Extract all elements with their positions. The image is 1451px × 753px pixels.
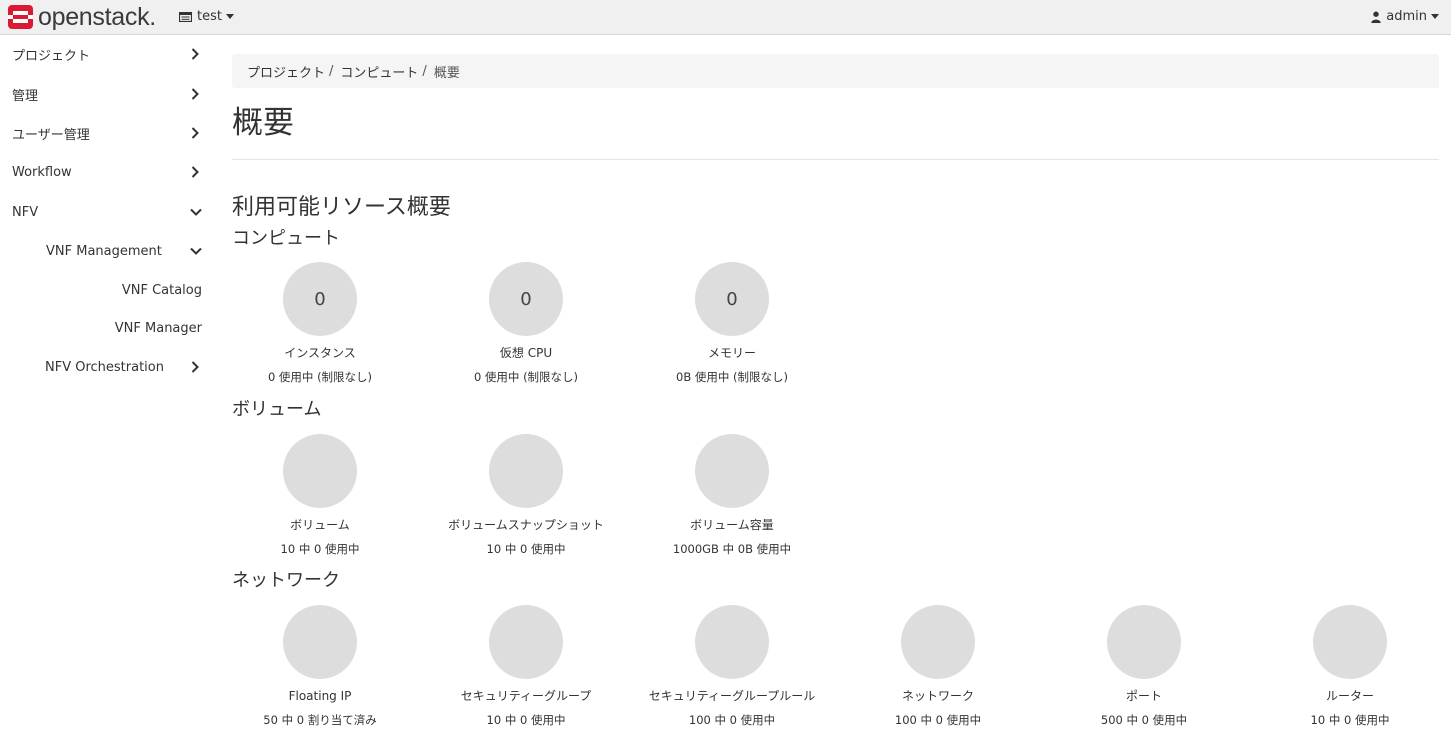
top-navbar: openstackTM. test admin [0, 0, 1451, 35]
sidebar-item-label: 管理 [12, 88, 39, 104]
sidebar-item-vnf-manager[interactable]: VNF Manager [110, 318, 202, 338]
quota-usage: 0 使用中 (制限なし) [267, 370, 373, 384]
quota-label: ボリューム容量 [690, 518, 774, 532]
quota-label: インスタンス [284, 346, 356, 360]
quota-chart-ports: ポート 500 中 0 使用中 [1041, 605, 1247, 728]
sidebar-item-identity[interactable]: ユーザー管理 [12, 123, 200, 143]
page-title: 概要 [232, 105, 294, 141]
quota-label: Floating IP [288, 689, 352, 703]
quota-pie [1107, 605, 1181, 679]
brand-name: openstackTM. [38, 3, 156, 31]
quota-pie: 0 [283, 262, 357, 336]
group-title-network: ネットワーク [232, 570, 340, 591]
openstack-logo[interactable]: openstackTM. [7, 3, 156, 31]
user-menu[interactable]: admin [1371, 9, 1439, 24]
breadcrumb-link-compute[interactable]: コンピュート [340, 62, 418, 81]
chevron-right-icon [191, 166, 199, 178]
quota-chart-instances: 0 インスタンス 0 使用中 (制限なし) [217, 262, 423, 385]
quota-label: ポート [1125, 689, 1162, 703]
sidebar-item-vnf-catalog[interactable]: VNF Catalog [110, 280, 202, 300]
quota-pie [1313, 605, 1387, 679]
chevron-right-icon [191, 88, 199, 100]
quota-usage: 10 中 0 使用中 [486, 542, 566, 556]
quota-pie [489, 605, 563, 679]
quota-label: ルーター [1325, 689, 1374, 703]
chevron-right-icon [191, 127, 199, 139]
breadcrumb-current: 概要 [433, 65, 460, 81]
quota-chart-memory: 0 メモリー 0B 使用中 (制限なし) [629, 262, 835, 385]
quota-usage: 500 中 0 使用中 [1100, 713, 1188, 727]
quota-usage: 10 中 0 使用中 [1310, 713, 1390, 727]
quota-usage: 10 中 0 使用中 [486, 713, 566, 727]
quota-usage: 50 中 0 割り当て済み [263, 713, 377, 727]
quota-pie [695, 434, 769, 508]
quota-chart-routers: ルーター 10 中 0 使用中 [1247, 605, 1451, 728]
quota-chart-volume-storage: ボリューム容量 1000GB 中 0B 使用中 [629, 434, 835, 557]
quota-pie [283, 434, 357, 508]
quota-label: ボリューム [290, 518, 350, 532]
sidebar-item-project[interactable]: プロジェクト [12, 44, 200, 64]
quota-usage: 0 使用中 (制限なし) [473, 370, 579, 384]
openstack-logo-icon [8, 5, 33, 29]
quota-label: メモリー [707, 346, 756, 360]
sidebar-item-workflow[interactable]: Workflow [12, 162, 200, 182]
quota-usage: 10 中 0 使用中 [280, 542, 360, 556]
sidebar-item-label: ユーザー管理 [12, 127, 90, 143]
sidebar-item-label: VNF Management [46, 243, 162, 259]
breadcrumb: プロジェクト / コンピュート / 概要 [232, 54, 1439, 88]
section-title: 利用可能リソース概要 [232, 195, 451, 220]
sidebar-item-vnf-management[interactable]: VNF Management [46, 241, 202, 261]
quota-pie [695, 605, 769, 679]
divider [232, 159, 1439, 160]
chevron-right-icon [191, 361, 199, 373]
quota-label: セキュリティーグループルール [648, 689, 816, 703]
breadcrumb-link-project[interactable]: プロジェクト [247, 62, 325, 81]
quota-usage: 100 中 0 使用中 [894, 713, 982, 727]
quota-usage: 100 中 0 使用中 [688, 713, 776, 727]
quota-pie [901, 605, 975, 679]
quota-label: 仮想 CPU [499, 346, 553, 360]
sidebar-item-label: Workflow [12, 164, 72, 180]
sidebar-item-label: NFV Orchestration [45, 359, 164, 375]
quota-usage: 1000GB 中 0B 使用中 [672, 542, 792, 556]
quota-chart-security-groups: セキュリティーグループ 10 中 0 使用中 [423, 605, 629, 728]
quota-label: セキュリティーグループ [460, 689, 592, 703]
chevron-right-icon [191, 48, 199, 60]
project-list-icon [179, 11, 192, 22]
caret-down-icon [225, 14, 234, 19]
quota-chart-volume-snapshots: ボリュームスナップショット 10 中 0 使用中 [423, 434, 629, 557]
chevron-down-icon [190, 208, 202, 216]
quota-usage: 0B 使用中 (制限なし) [676, 370, 788, 384]
sidebar-item-label: NFV [12, 204, 39, 220]
sidebar-item-nfv-orchestration[interactable]: NFV Orchestration [45, 357, 200, 377]
project-selector[interactable]: test [179, 9, 234, 24]
quota-chart-floating-ips: Floating IP 50 中 0 割り当て済み [217, 605, 423, 728]
user-icon [1371, 11, 1381, 23]
quota-chart-networks: ネットワーク 100 中 0 使用中 [835, 605, 1041, 728]
user-name: admin [1386, 9, 1427, 24]
sidebar-item-nfv[interactable]: NFV [12, 202, 202, 222]
chevron-down-icon [190, 247, 202, 255]
quota-pie [283, 605, 357, 679]
sidebar-item-admin[interactable]: 管理 [12, 84, 200, 104]
quota-chart-volumes: ボリューム 10 中 0 使用中 [217, 434, 423, 557]
sidebar-item-label: VNF Manager [114, 320, 202, 336]
quota-label: ボリュームスナップショット [448, 518, 604, 532]
sidebar-item-label: VNF Catalog [121, 282, 202, 298]
quota-chart-vcpus: 0 仮想 CPU 0 使用中 (制限なし) [423, 262, 629, 385]
project-name: test [197, 9, 222, 24]
sidebar-item-label: プロジェクト [12, 48, 91, 64]
quota-chart-security-group-rules: セキュリティーグループルール 100 中 0 使用中 [629, 605, 835, 728]
quota-pie: 0 [489, 262, 563, 336]
caret-down-icon [1431, 14, 1439, 19]
quota-pie: 0 [695, 262, 769, 336]
group-title-volume: ボリューム [232, 399, 322, 420]
quota-label: ネットワーク [901, 689, 974, 703]
group-title-compute: コンピュート [232, 228, 340, 249]
quota-pie [489, 434, 563, 508]
